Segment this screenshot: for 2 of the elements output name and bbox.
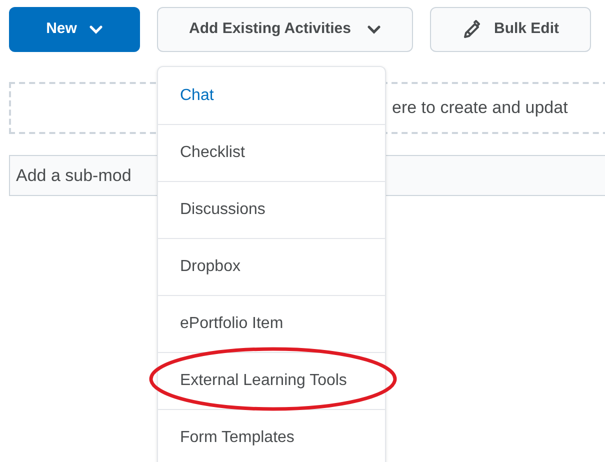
drop-zone-text: ere to create and updat (392, 97, 568, 120)
placeholder-text: Add a sub-mod (16, 164, 132, 187)
